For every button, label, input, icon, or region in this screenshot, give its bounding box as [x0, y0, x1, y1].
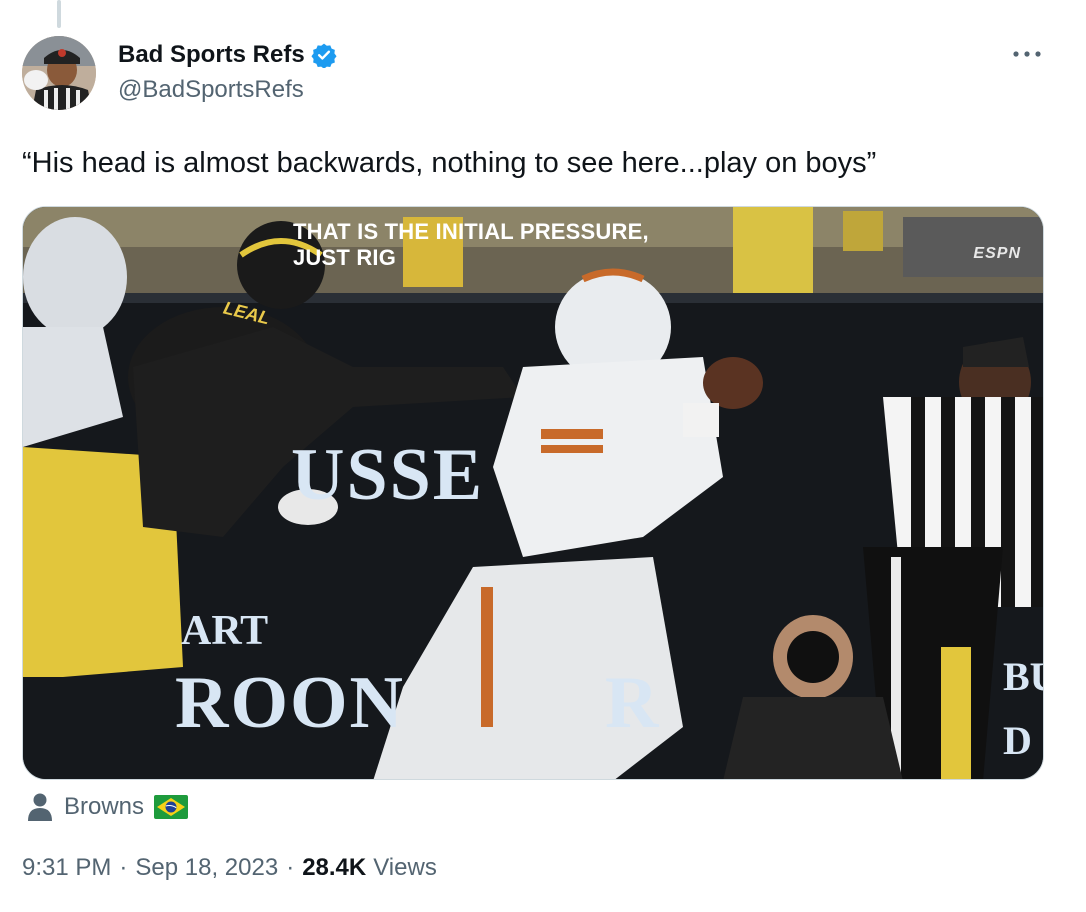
meta-separator: · [119, 854, 128, 881]
caption-line-1: THAT IS THE INITIAL PRESSURE, [293, 219, 649, 244]
stadium-wall-text-3: ROON R [175, 661, 660, 746]
stadium-wall-text-4a: BU [1003, 654, 1043, 699]
avatar[interactable] [22, 36, 96, 110]
stadium-wall-text-4b: D [1003, 718, 1032, 763]
tweet-meta: 9:31 PM · Sep 18, 2023 · 28.4K Views [22, 854, 437, 882]
network-logo: ESPN [973, 245, 1021, 262]
person-icon [26, 792, 54, 822]
stadium-wall-text-3a: ROON [175, 662, 405, 744]
author-name-row[interactable]: Bad Sports Refs [118, 40, 337, 70]
caption-line-2: JUST RIG [293, 245, 397, 270]
views-count: 28.4K [302, 854, 367, 881]
tweet-time[interactable]: 9:31 PM [22, 854, 111, 882]
brazil-flag-icon [154, 795, 189, 819]
tweet-date[interactable]: Sep 18, 2023 [135, 854, 278, 882]
tweet-text: “His head is almost backwards, nothing t… [22, 147, 877, 179]
meta-separator: · [286, 854, 295, 881]
broadcast-caption: THAT IS THE INITIAL PRESSURE, JUST RIG [293, 219, 649, 271]
more-icon[interactable] [1010, 40, 1044, 68]
author-handle[interactable]: @BadSportsRefs [118, 76, 304, 104]
location-text: Browns [64, 793, 145, 820]
verified-badge-icon [311, 42, 337, 69]
stadium-wall-text-1: USSE [291, 434, 485, 516]
stadium-wall-text-3b: R [605, 662, 661, 744]
views-label: Views [373, 854, 437, 881]
stadium-wall-text-2: ART [181, 608, 269, 654]
tweet-media-image[interactable]: THAT IS THE INITIAL PRESSURE, JUST RIG E… [22, 206, 1044, 780]
thread-connector-line [57, 0, 61, 28]
location-row: Browns [26, 790, 189, 824]
stadium-wall-text-4: BU D [1003, 645, 1043, 773]
author-name[interactable]: Bad Sports Refs [118, 41, 305, 69]
